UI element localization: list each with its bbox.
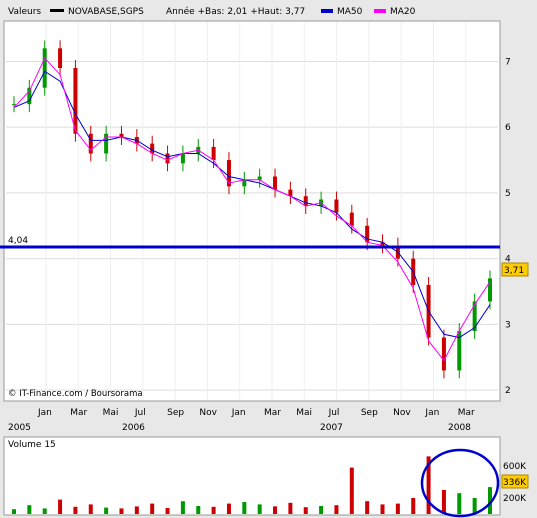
volume-bar [211, 506, 216, 514]
volume-bar [288, 502, 293, 514]
volume-bar [226, 503, 231, 514]
volume-bar [395, 503, 400, 514]
y-tick-5: 5 [505, 189, 511, 199]
x-year-label: 2005 [8, 423, 31, 433]
volume-bar [27, 505, 32, 514]
candle-body [273, 176, 278, 190]
price-legend-swatch [50, 9, 64, 12]
volume-bar [319, 506, 324, 514]
y-tick-3: 3 [505, 320, 511, 330]
candle-body [472, 301, 477, 331]
volume-bar [457, 493, 462, 514]
volume-bar [119, 508, 124, 514]
candle-body [365, 225, 370, 243]
volume-bar [180, 501, 185, 514]
last-volume-label: 336K [503, 478, 527, 488]
x-year-label: 2007 [320, 423, 343, 433]
volume-bar [88, 504, 93, 514]
volume-bar [196, 506, 201, 514]
volume-bar [12, 509, 16, 514]
last-price-label: 3,71 [504, 266, 524, 276]
x-tick-label: Jan [37, 408, 52, 418]
x-year-label: 2008 [448, 423, 471, 433]
stock-chart: Valeurs NOVABASE,SGPS Année +Bas: 2,01 +… [0, 6, 529, 518]
ma20-legend-swatch [374, 9, 386, 13]
volume-y-tick: 200K [503, 494, 527, 504]
candle-body [242, 179, 247, 187]
candle-body [165, 153, 170, 164]
ma20-label: MA20 [390, 7, 416, 17]
volume-bar [365, 501, 370, 514]
ticker-label: NOVABASE,SGPS [68, 7, 144, 17]
credit-text: © IT-Finance.com / Boursorama [8, 389, 143, 399]
y-tick-2: 2 [505, 386, 511, 396]
volume-bar [73, 506, 78, 514]
volume-bar [349, 467, 354, 514]
candle-body [211, 146, 216, 161]
candle-body [42, 48, 47, 88]
candle-body [441, 337, 446, 371]
volume-bar [42, 508, 47, 514]
ma50-label: MA50 [337, 7, 363, 17]
y-tick-6: 6 [505, 123, 511, 133]
volume-bar [104, 507, 109, 514]
ma50-legend-swatch [321, 9, 333, 13]
volume-panel [3, 436, 501, 516]
reference-line-label: 4,04 [8, 236, 28, 246]
candle-body [349, 212, 354, 226]
price-y-axis: 234567 [505, 57, 511, 396]
x-tick-label: Sep [167, 408, 184, 418]
volume-bar [58, 499, 63, 514]
volume-bar [380, 504, 385, 514]
volume-bar [303, 507, 308, 514]
x-tick-label: Mar [264, 408, 281, 418]
candle-body [58, 48, 63, 69]
volume-bar [273, 506, 278, 514]
volume-bar [134, 506, 139, 514]
x-axis: Jan Mar Mai Jul Sep Nov Jan Mar Mai Jul Sep Nov Jan M… [8, 408, 475, 433]
x-tick-label: Jan [424, 408, 439, 418]
valeurs-label: Valeurs [8, 7, 41, 17]
x-tick-label: Nov [199, 408, 217, 418]
volume-bar [472, 498, 477, 514]
volume-bar [242, 502, 247, 514]
y-tick-7: 7 [505, 57, 511, 67]
x-tick-label: Mar [70, 408, 87, 418]
volume-bar [165, 508, 170, 514]
volume-y-tick: 600K [503, 462, 527, 472]
candle-body [180, 153, 185, 164]
x-tick-label: Mai [103, 408, 119, 418]
x-tick-label: Sep [361, 408, 378, 418]
x-tick-label: Jul [328, 408, 340, 418]
chart-header: Valeurs NOVABASE,SGPS Année +Bas: 2,01 +… [8, 6, 416, 17]
volume-title: Volume 15 [8, 440, 56, 450]
x-tick-label: Jan [231, 408, 246, 418]
volume-bar [411, 498, 416, 514]
range-text: Année +Bas: 2,01 +Haut: 3,77 [166, 6, 305, 17]
x-tick-label: Mar [458, 408, 475, 418]
x-tick-label: Nov [393, 408, 411, 418]
volume-bar [334, 505, 339, 514]
x-tick-label: Jul [134, 408, 146, 418]
volume-bar [441, 490, 446, 514]
volume-bar [257, 504, 262, 514]
candle-body [12, 104, 16, 106]
candle-body [334, 199, 339, 213]
x-tick-label: Mai [296, 408, 312, 418]
x-year-label: 2006 [122, 423, 145, 433]
volume-bar [150, 503, 155, 514]
